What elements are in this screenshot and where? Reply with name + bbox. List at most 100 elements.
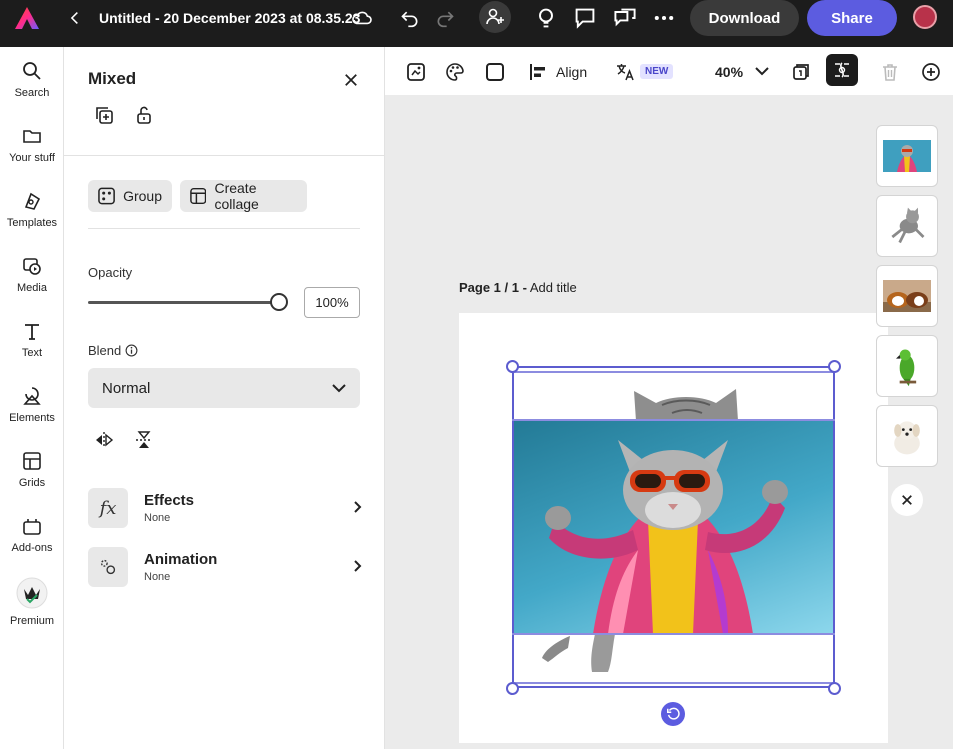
group-icon: [98, 187, 115, 205]
download-button[interactable]: Download: [690, 0, 799, 36]
create-collage-button[interactable]: Create collage: [180, 180, 307, 212]
back-chevron-icon[interactable]: [66, 9, 84, 27]
align-button[interactable]: Align: [528, 60, 588, 84]
replace-image-icon[interactable]: [405, 61, 427, 83]
templates-icon: [24, 192, 41, 210]
rail-item-your-stuff[interactable]: Your stuff: [0, 112, 64, 172]
arrange-tool-button[interactable]: [826, 54, 858, 86]
blend-label-text: Blend: [88, 343, 122, 358]
thumb-jumping-cat[interactable]: [876, 195, 938, 257]
rail-item-search[interactable]: Search: [0, 47, 64, 107]
info-icon[interactable]: [125, 344, 138, 357]
left-rail: Search Your stuff Templates Media Text E…: [0, 47, 64, 749]
add-icon[interactable]: [919, 60, 943, 84]
redo-icon[interactable]: [433, 6, 457, 30]
rail-item-label: Text: [21, 347, 43, 359]
zoom-level[interactable]: 40%: [715, 64, 743, 80]
close-icon[interactable]: [891, 484, 923, 516]
unlock-icon[interactable]: [132, 103, 156, 127]
rail-item-add-ons[interactable]: Add-ons: [0, 502, 64, 562]
blend-label: Blend: [88, 343, 138, 358]
more-dots-icon[interactable]: [652, 6, 676, 30]
rail-item-templates[interactable]: Templates: [0, 177, 64, 237]
rail-item-text[interactable]: Text: [0, 307, 64, 367]
lightbulb-icon[interactable]: [534, 6, 558, 30]
rail-item-label: Premium: [9, 615, 54, 627]
selection-inner-line: [512, 371, 835, 373]
rail-item-label: Elements: [9, 412, 55, 424]
crown-icon: [16, 577, 48, 609]
animation-value: None: [144, 571, 171, 583]
selection-bounding-box: [512, 366, 835, 688]
canvas-toolbar: Align NEW 40%: [385, 47, 953, 95]
duplicate-icon[interactable]: [92, 103, 116, 127]
shapes-icon: [23, 387, 41, 405]
folder-icon: [23, 130, 41, 143]
selection-inner-line: [512, 419, 835, 421]
align-left-icon: [530, 64, 545, 80]
divider: [88, 228, 360, 229]
rail-item-elements[interactable]: Elements: [0, 372, 64, 432]
color-palette-icon[interactable]: [444, 61, 466, 83]
collage-icon: [190, 187, 207, 205]
invite-user-icon[interactable]: [479, 1, 511, 33]
page-number: Page 1 / 1 -: [459, 280, 527, 295]
thumb-white-puppy[interactable]: [876, 405, 938, 467]
resize-handle-bottom-right[interactable]: [828, 682, 841, 695]
rail-item-media[interactable]: Media: [0, 242, 64, 302]
translate-icon[interactable]: [613, 60, 637, 84]
thumb-green-parrot[interactable]: [876, 335, 938, 397]
rail-item-label: Media: [17, 282, 47, 294]
resize-handle-top-left[interactable]: [506, 360, 519, 373]
animation-title: Animation: [144, 551, 218, 568]
divider: [64, 155, 385, 156]
opacity-input[interactable]: 100%: [304, 287, 360, 318]
rail-item-label: Search: [14, 87, 50, 99]
group-button[interactable]: Group: [88, 180, 172, 212]
border-icon[interactable]: [484, 61, 506, 83]
align-label: Align: [556, 64, 588, 80]
fx-icon: fx: [88, 488, 128, 528]
chevron-down-icon[interactable]: [753, 62, 771, 80]
flip-vertical-icon[interactable]: [132, 428, 156, 452]
rail-item-grids[interactable]: Grids: [0, 437, 64, 497]
arrange-icon: [835, 62, 849, 78]
rail-item-label: Add-ons: [11, 542, 53, 554]
trash-icon[interactable]: [879, 61, 901, 83]
rail-item-label: Templates: [6, 217, 58, 229]
rail-item-label: Grids: [18, 477, 46, 489]
addons-icon: [23, 519, 41, 535]
undo-icon[interactable]: [398, 6, 422, 30]
animation-row[interactable]: Animation None: [88, 547, 364, 589]
rail-item-premium[interactable]: Premium: [0, 577, 64, 637]
opacity-label: Opacity: [88, 265, 133, 280]
blend-mode-select[interactable]: Normal: [88, 368, 360, 408]
adobe-express-logo-icon[interactable]: [14, 6, 40, 30]
add-title-link[interactable]: Add title: [527, 280, 577, 295]
collage-label: Create collage: [214, 180, 259, 212]
layers-icon[interactable]: [790, 61, 812, 83]
group-label: Group: [123, 188, 162, 204]
effects-value: None: [144, 512, 171, 524]
resize-handle-top-right[interactable]: [828, 360, 841, 373]
thumb-guinea-pigs[interactable]: [876, 265, 938, 327]
grid-icon: [23, 452, 41, 470]
close-icon[interactable]: [340, 69, 362, 91]
effects-row[interactable]: fx Effects None: [88, 488, 364, 530]
page-label[interactable]: Page 1 / 1 - Add title: [459, 280, 577, 295]
rotate-icon[interactable]: [661, 702, 685, 726]
comment-icon[interactable]: [573, 6, 597, 30]
thumb-cat-on-blue[interactable]: [876, 125, 938, 187]
share-button[interactable]: Share: [807, 0, 897, 36]
cloud-icon: [350, 8, 374, 28]
flip-horizontal-icon[interactable]: [92, 428, 116, 452]
effects-title: Effects: [144, 492, 195, 509]
chat-bubbles-icon[interactable]: [613, 6, 637, 30]
chevron-right-icon: [354, 501, 362, 513]
opacity-slider-track[interactable]: [88, 301, 279, 304]
avatar[interactable]: [913, 5, 937, 29]
opacity-slider-thumb[interactable]: [270, 293, 288, 311]
document-title[interactable]: Untitled - 20 December 2023 at 08.35.23: [99, 9, 360, 27]
rail-item-label: Your stuff: [9, 152, 55, 164]
resize-handle-bottom-left[interactable]: [506, 682, 519, 695]
